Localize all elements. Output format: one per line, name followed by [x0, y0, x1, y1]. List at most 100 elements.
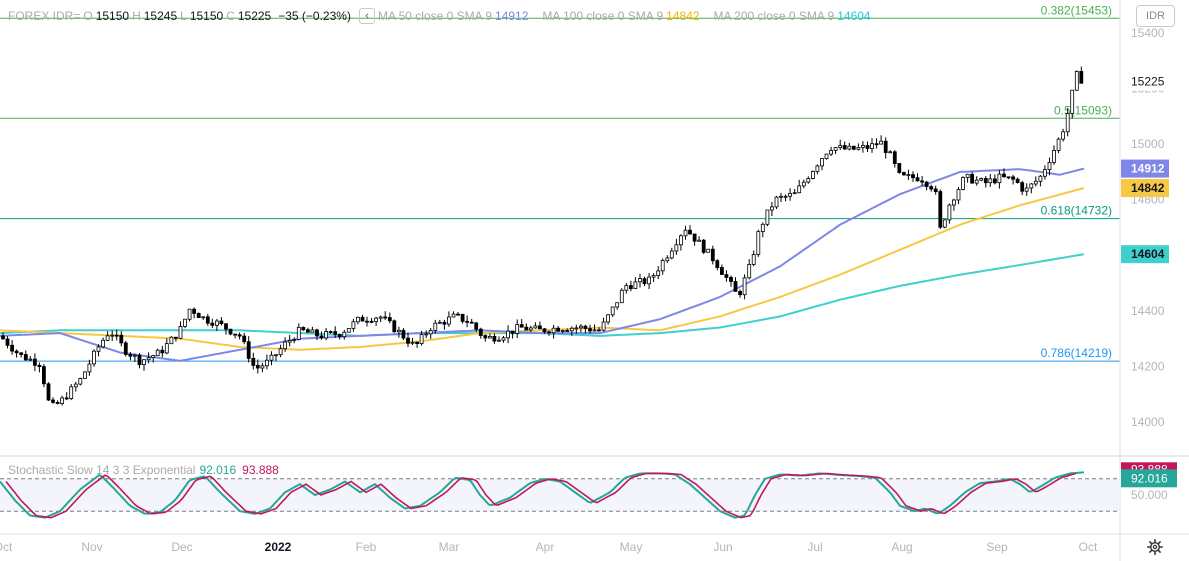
- candle-body-up: [410, 341, 415, 344]
- candle-body-down: [301, 326, 306, 331]
- fib-level-label: 0.786(14219): [1041, 346, 1112, 360]
- candle-body-up: [847, 145, 852, 150]
- candle-body-down: [406, 337, 410, 344]
- candle: [83, 371, 87, 379]
- candle-body-up: [551, 327, 556, 334]
- candle-body-down: [333, 331, 338, 335]
- candle-body-down: [305, 329, 310, 333]
- chart-legend-header: FOREX IDR= O 15150 H 15245 L 15150 C 15225 −…: [8, 8, 874, 24]
- candle-body-down: [929, 186, 934, 190]
- candle: [942, 219, 947, 229]
- candle-body-up: [665, 257, 670, 262]
- ma50-legend-label[interactable]: MA 50 close 0 SMA 9: [378, 9, 492, 23]
- candle: [851, 145, 856, 151]
- candle-body-down: [565, 330, 570, 332]
- fib-level-label: 0.5(15093): [1054, 103, 1112, 117]
- candle-body-up: [142, 359, 146, 366]
- candle-body-down: [556, 327, 560, 332]
- candle-body-down: [224, 323, 228, 330]
- candle-body-up: [783, 195, 788, 198]
- time-axis-label: Nov: [81, 540, 102, 554]
- candle-body-up: [78, 377, 83, 385]
- candle: [961, 176, 965, 191]
- candle-body-up: [633, 281, 638, 289]
- candle-body-up: [861, 145, 865, 148]
- candle-body-up: [1047, 161, 1052, 170]
- candle-body-up: [829, 150, 833, 155]
- candle-body-down: [137, 354, 142, 366]
- candle-body-down: [629, 285, 633, 290]
- candle: [619, 288, 624, 304]
- candle-body-up: [856, 146, 861, 150]
- candle-body-down: [851, 145, 856, 150]
- price-axis-tick-label: 15000: [1131, 137, 1165, 151]
- stochastic-k-badge-label: 92.016: [1131, 471, 1168, 485]
- candle-body-down: [160, 349, 165, 354]
- symbol-name[interactable]: FOREX IDR=: [8, 9, 80, 23]
- candle: [774, 195, 779, 209]
- candle-body-up: [579, 325, 583, 329]
- candle: [46, 382, 51, 401]
- candle-body-down: [915, 177, 920, 182]
- candle: [92, 349, 96, 367]
- candle-body-down: [233, 333, 238, 336]
- candle-body-down: [365, 320, 369, 323]
- candle-body-up: [706, 248, 711, 253]
- time-axis-label: Jun: [713, 540, 732, 554]
- ma-value-badge-label: 14912: [1131, 162, 1165, 176]
- close-value: 15225: [237, 9, 272, 23]
- collapse-legend-button[interactable]: ‹: [358, 8, 375, 24]
- candle-body-down: [483, 335, 488, 339]
- candle-body-up: [1024, 187, 1029, 192]
- candle-body-up: [101, 339, 105, 348]
- candle-body-up: [87, 363, 92, 373]
- candle-body-down: [983, 178, 988, 184]
- candle-body-up: [1070, 89, 1075, 114]
- candle-body-up: [83, 371, 87, 379]
- open-label: O: [83, 9, 93, 23]
- candle: [897, 163, 902, 174]
- price-axis-tick-label: 15400: [1131, 26, 1165, 40]
- candle-body-up: [506, 330, 511, 339]
- candle-body-up: [956, 189, 961, 201]
- candle-body-up: [619, 289, 624, 304]
- candle-body-down: [729, 276, 733, 282]
- candle-body-down: [715, 260, 720, 269]
- candle: [811, 170, 815, 180]
- candle-body-down: [242, 335, 247, 343]
- candle: [69, 384, 74, 401]
- chart-root[interactable]: 0.382(15453) 0.5(15093) 0.618(14732) 0.786(…: [0, 0, 1189, 561]
- candle-body-up: [760, 223, 765, 233]
- ma200-legend-label[interactable]: MA 200 close 0 SMA 9: [714, 9, 835, 23]
- candle-body-up: [324, 331, 329, 339]
- candle-body-down: [892, 151, 897, 165]
- ma-value-badge-label: 14604: [1131, 247, 1165, 261]
- candle-body-up: [296, 326, 301, 340]
- candle-body-down: [510, 330, 515, 334]
- candle-body-up: [797, 185, 802, 194]
- settings-gear-icon[interactable]: [1147, 539, 1163, 555]
- candle: [1074, 70, 1079, 91]
- candle-body-up: [824, 153, 829, 160]
- candle-body-down: [55, 401, 60, 404]
- candle-body-down: [492, 335, 497, 342]
- candle-body-down: [251, 357, 256, 366]
- ma100-legend-label[interactable]: MA 100 close 0 SMA 9: [542, 9, 663, 23]
- candle-body-down: [315, 329, 319, 337]
- candle-body-up: [169, 336, 174, 345]
- candle-body-up: [779, 195, 783, 198]
- candle-body-down: [319, 335, 324, 339]
- candle-body-down: [456, 313, 460, 316]
- candle-body-down: [10, 344, 15, 352]
- candle-body-up: [952, 199, 956, 206]
- candle-body-up: [1061, 131, 1065, 140]
- candle: [701, 239, 706, 255]
- candle-body-up: [656, 270, 661, 276]
- candle-body-down: [474, 322, 479, 330]
- candle-body-down: [588, 328, 592, 332]
- candle-body-up: [110, 334, 115, 337]
- stochastic-label[interactable]: Stochastic Slow 14 3 3 Exponential: [8, 463, 195, 477]
- candle-body-up: [1038, 175, 1043, 182]
- currency-unit-button[interactable]: IDR: [1136, 5, 1175, 27]
- candle-body-up: [528, 327, 533, 331]
